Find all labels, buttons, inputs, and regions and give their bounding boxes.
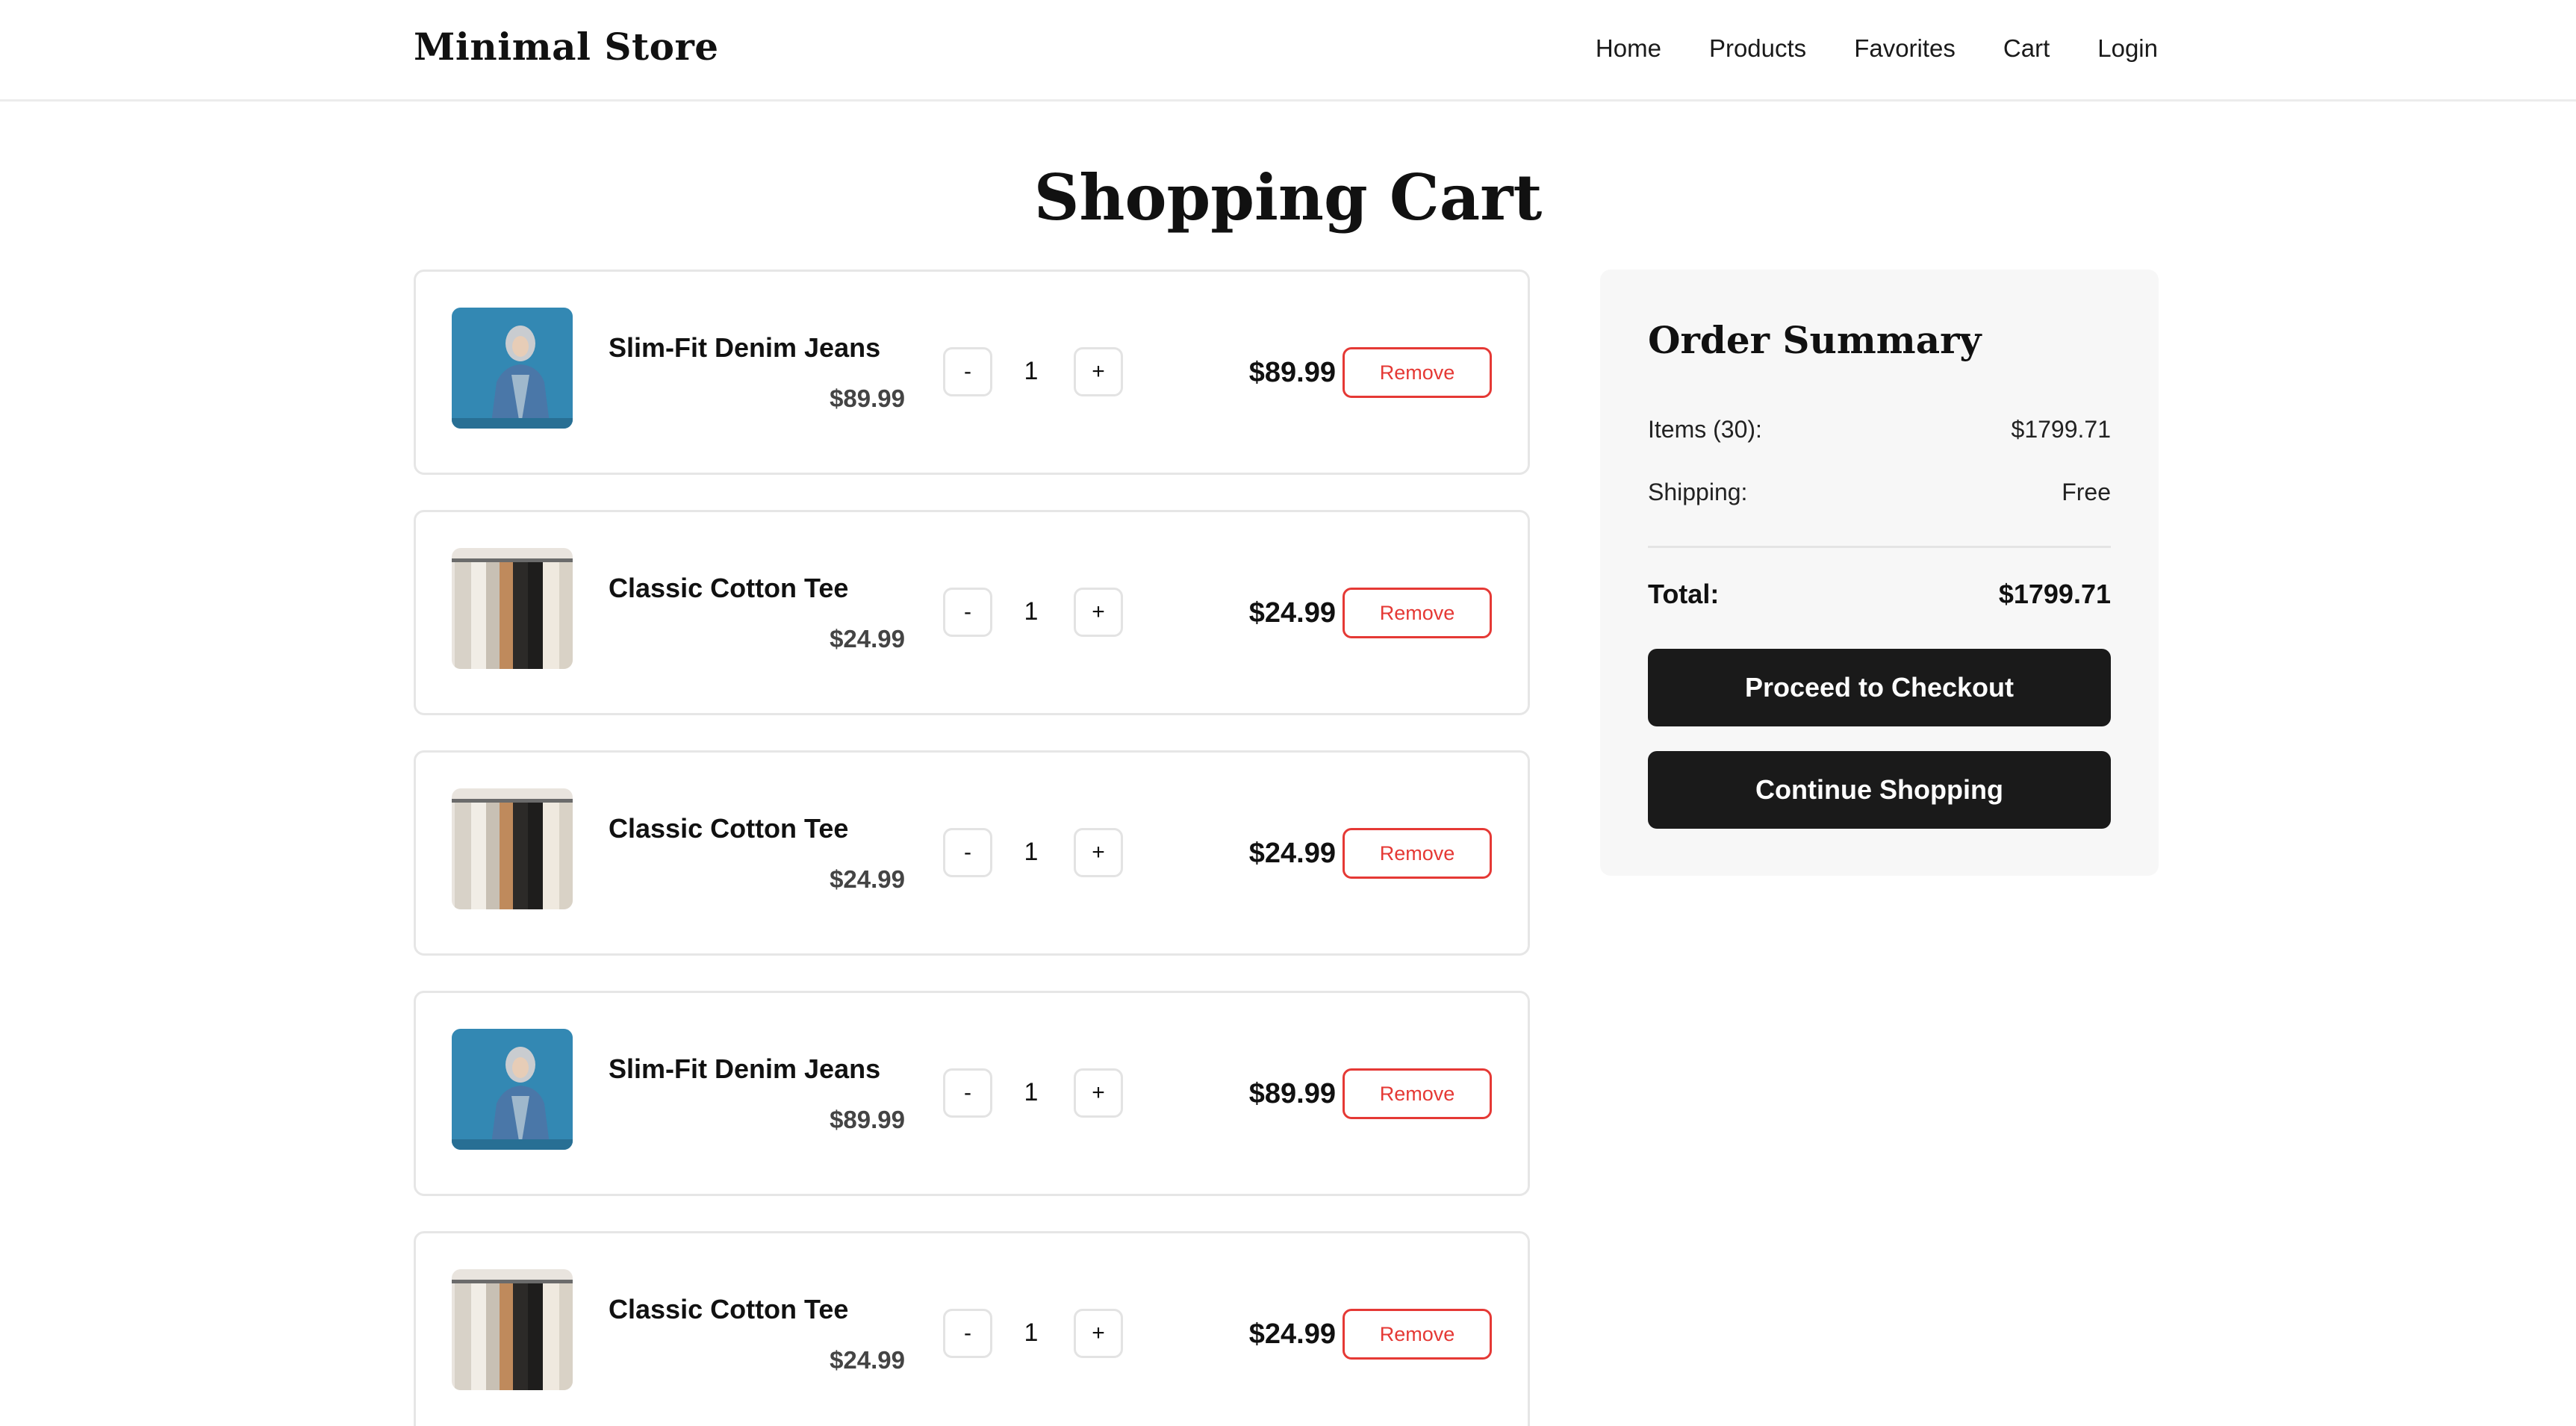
- summary-items-row: Items (30): $1799.71: [1648, 413, 2111, 446]
- cart-item: Classic Cotton Tee $24.99 - 1 + $24.99 R…: [414, 1231, 1530, 1426]
- decrease-quantity-button[interactable]: -: [943, 347, 992, 396]
- product-image-tee[interactable]: [452, 788, 573, 909]
- quantity-value: 1: [1024, 597, 1039, 626]
- summary-divider: [1648, 546, 2111, 548]
- item-line-total: $24.99: [1248, 1318, 1336, 1350]
- product-image-tee[interactable]: [452, 1269, 573, 1390]
- decrease-quantity-button[interactable]: -: [943, 828, 992, 877]
- item-line-total: $24.99: [1248, 838, 1336, 869]
- item-unit-price: $89.99: [830, 384, 905, 412]
- product-image-denim[interactable]: [452, 308, 573, 429]
- denim-jeans-photo: [452, 308, 573, 429]
- increase-quantity-button[interactable]: +: [1074, 1068, 1123, 1118]
- proceed-to-checkout-button[interactable]: Proceed to Checkout: [1648, 649, 2111, 726]
- summary-items-value: $1799.71: [2011, 416, 2111, 443]
- item-name: Slim-Fit Denim Jeans: [609, 1053, 881, 1084]
- summary-total-row: Total: $1799.71: [1648, 576, 2111, 613]
- item-unit-price: $24.99: [830, 1346, 905, 1374]
- cart-item-list: Slim-Fit Denim Jeans $89.99 - 1 + $89.99…: [414, 270, 1530, 1426]
- item-unit-price: $89.99: [830, 1106, 905, 1133]
- increase-quantity-button[interactable]: +: [1074, 828, 1123, 877]
- nav-link-products[interactable]: Products: [1709, 30, 1806, 67]
- item-name: Classic Cotton Tee: [609, 1294, 849, 1324]
- item-name: Classic Cotton Tee: [609, 573, 849, 603]
- item-line-total: $89.99: [1248, 1078, 1336, 1109]
- item-unit-price: $24.99: [830, 625, 905, 653]
- summary-shipping-label: Shipping:: [1648, 479, 1748, 505]
- product-image-tee[interactable]: [452, 548, 573, 669]
- nav-link-cart[interactable]: Cart: [2003, 30, 2050, 67]
- summary-shipping-value: Free: [2062, 479, 2111, 505]
- brand-logo[interactable]: Minimal Store: [414, 22, 719, 72]
- item-line-total: $89.99: [1248, 357, 1336, 388]
- denim-jeans-photo: [452, 1029, 573, 1150]
- increase-quantity-button[interactable]: +: [1074, 588, 1123, 637]
- remove-item-button[interactable]: Remove: [1343, 347, 1492, 398]
- item-name: Classic Cotton Tee: [609, 813, 849, 844]
- nav-link-home[interactable]: Home: [1596, 30, 1661, 67]
- item-unit-price: $24.99: [830, 865, 905, 893]
- decrease-quantity-button[interactable]: -: [943, 1068, 992, 1118]
- remove-item-button[interactable]: Remove: [1343, 588, 1492, 638]
- cart-item: Classic Cotton Tee $24.99 - 1 + $24.99 R…: [414, 750, 1530, 956]
- main-nav: Home Products Favorites Cart Login: [1548, 30, 2158, 67]
- cotton-tee-rack-photo: [452, 788, 573, 909]
- summary-total-label: Total:: [1648, 579, 1720, 609]
- order-summary-title: Order Summary: [1648, 318, 1982, 362]
- decrease-quantity-button[interactable]: -: [943, 588, 992, 637]
- decrease-quantity-button[interactable]: -: [943, 1309, 992, 1358]
- cotton-tee-rack-photo: [452, 1269, 573, 1390]
- quantity-value: 1: [1024, 1318, 1039, 1347]
- cart-item: Slim-Fit Denim Jeans $89.99 - 1 + $89.99…: [414, 270, 1530, 475]
- increase-quantity-button[interactable]: +: [1074, 347, 1123, 396]
- page-title: Shopping Cart: [1033, 161, 1543, 234]
- nav-link-favorites[interactable]: Favorites: [1854, 30, 1956, 67]
- quantity-value: 1: [1024, 838, 1039, 866]
- continue-shopping-button[interactable]: Continue Shopping: [1648, 751, 2111, 829]
- cart-item: Slim-Fit Denim Jeans $89.99 - 1 + $89.99…: [414, 991, 1530, 1196]
- item-name: Slim-Fit Denim Jeans: [609, 332, 881, 363]
- product-image-denim[interactable]: [452, 1029, 573, 1150]
- order-summary-panel: Order Summary Items (30): $1799.71 Shipp…: [1600, 270, 2159, 876]
- cotton-tee-rack-photo: [452, 548, 573, 669]
- site-header: Minimal Store Home Products Favorites Ca…: [0, 0, 2576, 102]
- summary-shipping-row: Shipping: Free: [1648, 476, 2111, 508]
- remove-item-button[interactable]: Remove: [1343, 828, 1492, 879]
- quantity-value: 1: [1024, 1078, 1039, 1106]
- nav-link-login[interactable]: Login: [2097, 30, 2158, 67]
- quantity-value: 1: [1024, 357, 1039, 385]
- increase-quantity-button[interactable]: +: [1074, 1309, 1123, 1358]
- summary-items-label: Items (30):: [1648, 416, 1762, 443]
- remove-item-button[interactable]: Remove: [1343, 1068, 1492, 1119]
- summary-total-value: $1799.71: [1998, 579, 2111, 609]
- cart-item: Classic Cotton Tee $24.99 - 1 + $24.99 R…: [414, 510, 1530, 715]
- remove-item-button[interactable]: Remove: [1343, 1309, 1492, 1360]
- item-line-total: $24.99: [1248, 597, 1336, 629]
